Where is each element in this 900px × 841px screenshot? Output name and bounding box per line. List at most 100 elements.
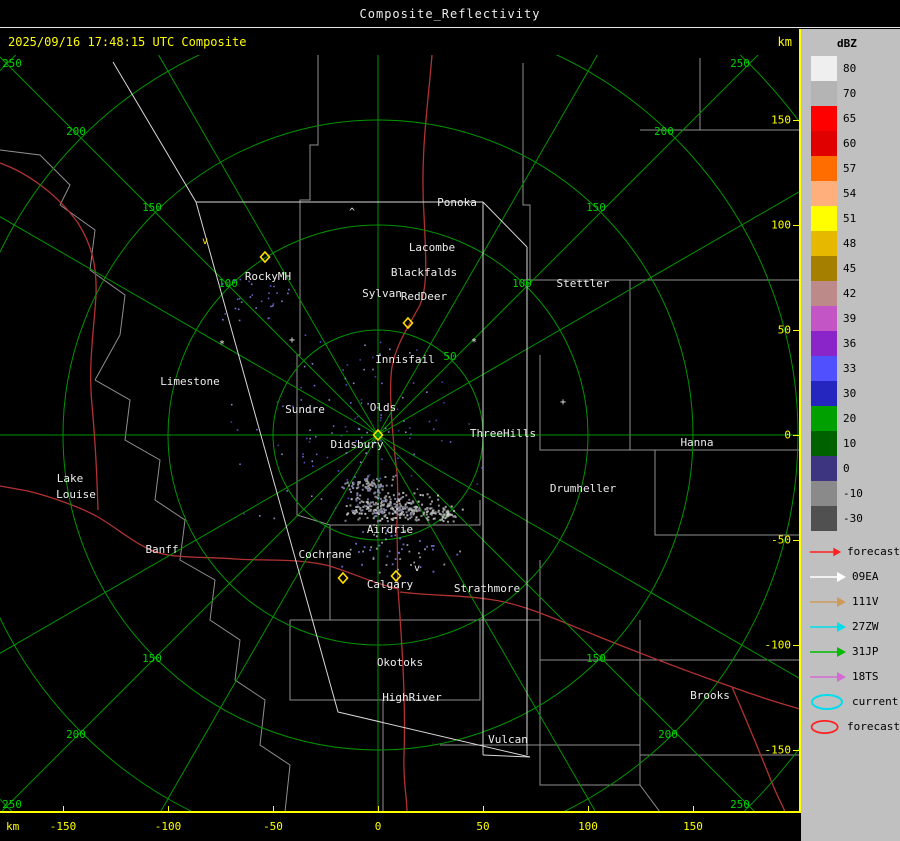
colorbar-value: 0 <box>843 462 850 475</box>
city-label: Louise <box>56 488 96 501</box>
info-bar: 2025/09/16 17:48:15 UTC Composite km <box>0 29 800 55</box>
range-label: 200 <box>66 728 86 741</box>
city-label: Stettler <box>557 277 610 290</box>
legend-label: 27ZW <box>852 620 879 633</box>
right-axis-tick-label: 100 <box>771 218 791 232</box>
dbz-colorbar: 80 70 65 60 57 54 51 48 45 42 39 36 33 30 20 10 0 -10 -30 <box>801 56 900 531</box>
colorbar-swatch <box>811 281 837 306</box>
colorbar-entry: 42 <box>811 281 900 306</box>
legend-item: forecast <box>809 539 900 564</box>
colorbar-entry: 30 <box>811 381 900 406</box>
page-title: Composite_Reflectivity <box>359 6 541 21</box>
radar-site-icon <box>337 571 349 585</box>
range-label: 250 <box>2 57 22 70</box>
colorbar-value: 30 <box>843 387 857 400</box>
bottom-axis-tick-label: -50 <box>263 820 283 833</box>
colorbar-value: 70 <box>843 87 857 100</box>
colorbar-entry: -30 <box>811 506 900 531</box>
colorbar-entry: -10 <box>811 481 900 506</box>
legend-item: 09EA <box>809 564 900 589</box>
city-label: Didsbury <box>331 438 384 451</box>
right-axis-tick <box>793 225 800 226</box>
colorbar-entry: 45 <box>811 256 900 281</box>
bottom-axis-unit-label: km <box>6 820 20 833</box>
colorbar-swatch <box>811 256 837 281</box>
legend-ellipse-icon <box>811 693 843 710</box>
bottom-axis-tick <box>588 806 589 812</box>
colorbar-value: 39 <box>843 312 857 325</box>
colorbar-entry: 48 <box>811 231 900 256</box>
right-axis-tick-label: -150 <box>764 743 792 757</box>
city-label: Airdrie <box>367 523 413 536</box>
colorbar-value: 45 <box>843 262 857 275</box>
colorbar-title: dBZ <box>837 37 857 50</box>
city-label: Hanna <box>680 436 713 449</box>
legend-item: 18TS <box>809 664 900 689</box>
map-symbol: * <box>471 337 477 348</box>
map-symbol: + <box>289 335 295 346</box>
title-bar: Composite_Reflectivity <box>0 0 900 28</box>
range-label: 100 <box>218 277 238 290</box>
right-axis-tick <box>793 330 800 331</box>
legend-arrow-icon <box>809 547 842 556</box>
city-label: RedDeer <box>401 290 448 303</box>
sidebar: dBZ 80 70 65 60 57 54 51 48 45 42 39 36 33 30 20 10 0 -10… <box>801 29 900 841</box>
colorbar-swatch <box>811 56 837 81</box>
bottom-axis-tick-label: 50 <box>476 820 490 833</box>
legend-ellipse-icon <box>810 719 839 734</box>
radar-echo-layer <box>221 278 483 574</box>
city-label: Banff <box>145 543 178 556</box>
colorbar-entry: 0 <box>811 456 900 481</box>
colorbar-value: 36 <box>843 337 857 350</box>
right-axis-tick-label: -50 <box>771 533 791 547</box>
legend-item: 31JP <box>809 639 900 664</box>
colorbar-swatch <box>811 381 837 406</box>
range-label: 200 <box>66 125 86 138</box>
colorbar-swatch <box>811 206 837 231</box>
city-label: Lake <box>57 472 84 485</box>
range-label: 150 <box>586 201 606 214</box>
storm-track-legend: forecast 09EA 111V 27ZW 31JP 18TS current forec… <box>801 539 900 739</box>
range-label: 150 <box>142 652 162 665</box>
legend-arrow-icon <box>810 646 846 657</box>
map-symbol: + <box>445 509 451 520</box>
colorbar-entry: 54 <box>811 181 900 206</box>
right-axis-tick <box>793 435 800 436</box>
range-label: 250 <box>730 57 750 70</box>
right-axis-tick-label: 0 <box>784 428 791 442</box>
map-symbol: v <box>414 563 420 574</box>
radar-map-canvas[interactable]: 250 200 150 100 250 200 150 100 50 150 200 250 150 20… <box>0 55 800 812</box>
colorbar-swatch <box>811 331 837 356</box>
city-label: Sundre <box>285 403 325 416</box>
bottom-axis-bar: km -150 -100 -50 0 50 100 150 <box>0 806 800 841</box>
city-label: Ponoka <box>437 196 477 209</box>
legend-arrow-icon <box>810 671 846 682</box>
range-label: 150 <box>586 652 606 665</box>
range-label: 250 <box>730 798 750 811</box>
colorbar-entry: 39 <box>811 306 900 331</box>
colorbar-value: 80 <box>843 62 857 75</box>
colorbar-value: 10 <box>843 437 857 450</box>
range-label: 200 <box>658 728 678 741</box>
city-label: Lacombe <box>409 241 455 254</box>
colorbar-swatch <box>811 131 837 156</box>
timestamp-label: 2025/09/16 17:48:15 UTC Composite <box>8 35 247 49</box>
range-label: 150 <box>142 201 162 214</box>
city-label: Olds <box>370 401 397 414</box>
colorbar-swatch <box>811 181 837 206</box>
city-label: Blackfalds <box>391 266 457 279</box>
colorbar-swatch <box>811 506 837 531</box>
city-label: Vulcan <box>488 733 528 746</box>
colorbar-swatch <box>811 356 837 381</box>
city-label: Strathmore <box>454 582 520 595</box>
right-axis-tick <box>793 540 800 541</box>
right-axis-tick <box>793 120 800 121</box>
colorbar-entry: 70 <box>811 81 900 106</box>
colorbar-swatch <box>811 81 837 106</box>
city-label: Limestone <box>160 375 220 388</box>
legend-label: current <box>852 695 899 708</box>
colorbar-value: -10 <box>843 487 863 500</box>
colorbar-swatch <box>811 231 837 256</box>
colorbar-value: 42 <box>843 287 857 300</box>
bottom-axis-tick-label: 100 <box>578 820 598 833</box>
